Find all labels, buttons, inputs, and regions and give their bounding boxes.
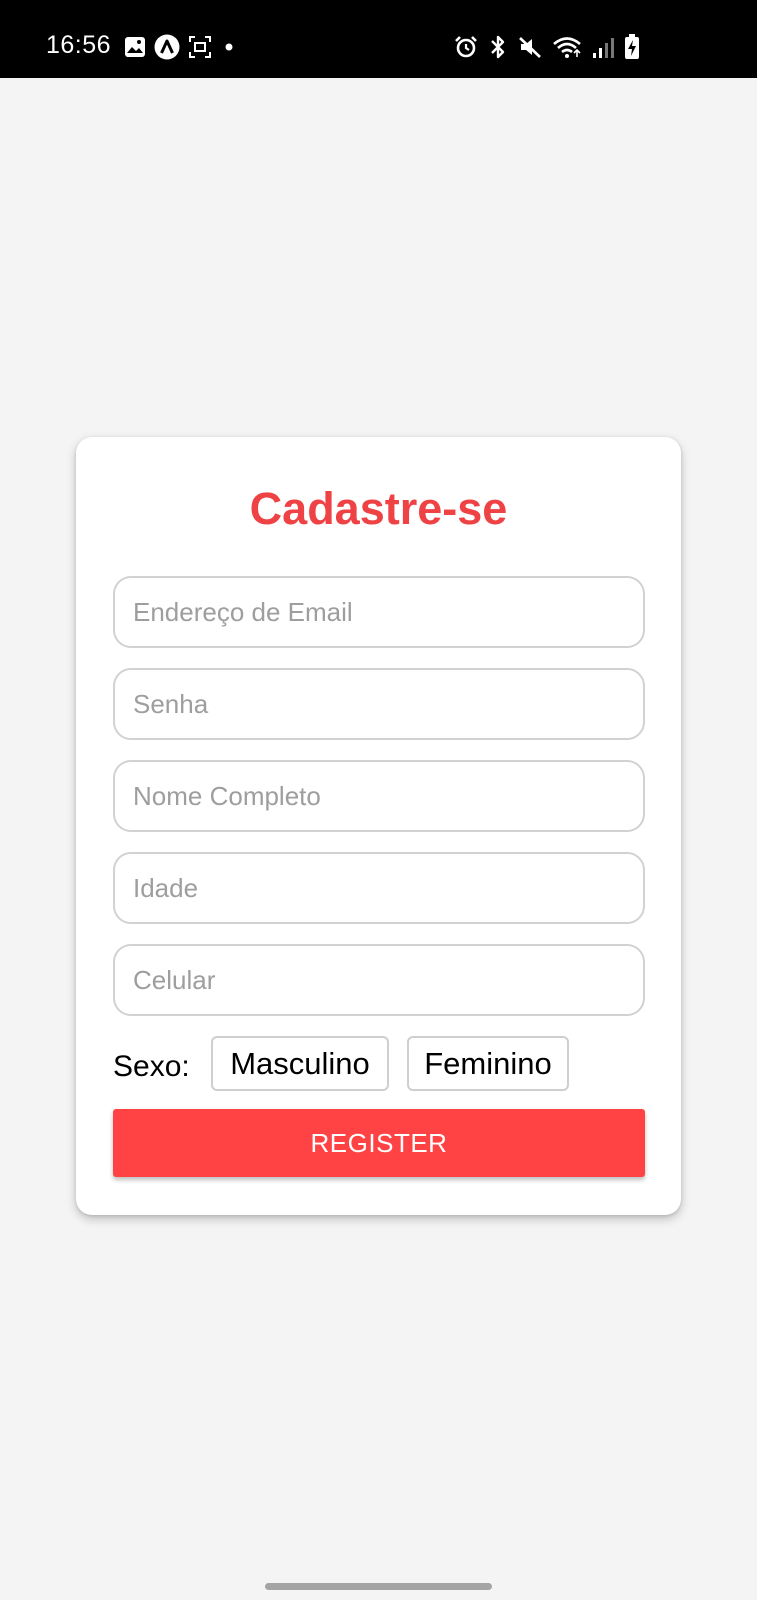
register-button[interactable]: REGISTER: [113, 1109, 645, 1177]
sex-female-button[interactable]: Feminino: [407, 1036, 569, 1091]
bluetooth-icon: [491, 35, 505, 59]
age-field[interactable]: [113, 852, 645, 924]
status-right-icons: [454, 33, 640, 61]
register-card: Cadastre-se Sexo: Masculino Feminino REG…: [76, 437, 681, 1215]
sex-label: Sexo:: [113, 1050, 190, 1083]
screenshot-icon: [189, 36, 211, 58]
notification-dot-icon: [225, 43, 233, 51]
status-bar: 16:56: [0, 0, 757, 78]
app-a-icon: [154, 34, 180, 60]
signal-icon: [593, 38, 614, 58]
home-indicator[interactable]: [265, 1583, 492, 1590]
phone-field[interactable]: [113, 944, 645, 1016]
wifi-icon: [553, 37, 581, 58]
mute-icon: [519, 37, 541, 58]
status-left-icons: [124, 34, 238, 60]
password-field[interactable]: [113, 668, 645, 740]
email-field[interactable]: [113, 576, 645, 648]
full-name-field[interactable]: [113, 760, 645, 832]
sex-male-button[interactable]: Masculino: [211, 1036, 389, 1091]
image-icon: [125, 37, 145, 57]
battery-charging-icon: [625, 34, 639, 59]
status-time: 16:56: [46, 31, 112, 59]
page-title: Cadastre-se: [249, 483, 508, 534]
alarm-icon: [455, 36, 477, 58]
